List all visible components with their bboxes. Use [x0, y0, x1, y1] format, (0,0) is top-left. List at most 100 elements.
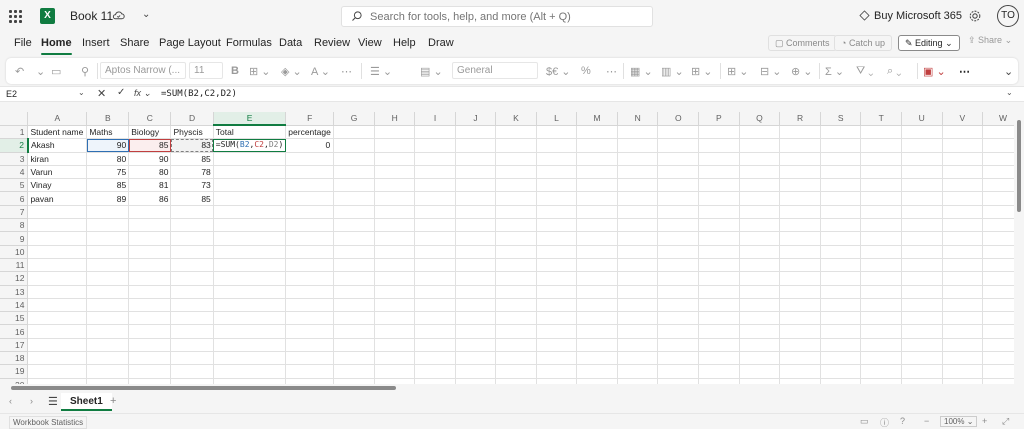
cell[interactable] [86, 271, 130, 286]
column-header[interactable]: U [901, 112, 943, 126]
cell[interactable] [285, 364, 335, 379]
cell[interactable] [333, 191, 375, 206]
cell[interactable] [27, 231, 88, 246]
cell[interactable]: 90 [128, 152, 172, 166]
cell[interactable] [576, 231, 618, 246]
cell[interactable] [657, 231, 700, 246]
format-painter-icon[interactable]: ⚲ [81, 65, 89, 78]
cell[interactable] [285, 271, 335, 286]
cell[interactable] [128, 271, 172, 286]
cell[interactable] [27, 351, 88, 366]
cell[interactable] [820, 138, 862, 153]
cell[interactable] [333, 324, 375, 339]
cell[interactable] [942, 205, 984, 220]
cell[interactable] [27, 271, 88, 286]
sort-filter-icon[interactable]: ⛛ ⌄ [856, 65, 874, 78]
autosum-icon[interactable]: Σ ⌄ [825, 65, 844, 78]
cell[interactable] [779, 125, 821, 140]
row-header[interactable]: 5 [0, 178, 29, 193]
cell[interactable] [576, 258, 618, 273]
cell[interactable] [333, 364, 375, 379]
add-ins-icon[interactable]: ▣ ⌄ [923, 65, 946, 78]
cell[interactable]: 78 [170, 165, 214, 180]
cell[interactable] [86, 231, 130, 246]
cell[interactable] [213, 271, 287, 286]
cell[interactable] [617, 245, 659, 259]
cell[interactable] [27, 364, 88, 379]
cell[interactable] [414, 231, 456, 246]
cell[interactable] [27, 311, 88, 326]
cell[interactable] [213, 152, 287, 166]
prev-sheet-chevron-icon[interactable]: ‹ [9, 396, 12, 406]
cell[interactable]: pavan [27, 191, 88, 206]
cell[interactable] [860, 364, 902, 379]
cell[interactable] [27, 324, 88, 339]
editing-mode-button[interactable]: ✎ Editing ⌄ [898, 35, 960, 51]
cell[interactable] [698, 125, 740, 140]
cell[interactable] [901, 271, 943, 286]
cell[interactable]: 80 [128, 165, 172, 180]
cell[interactable] [285, 245, 335, 259]
cell[interactable] [942, 311, 984, 326]
cell[interactable] [128, 285, 172, 299]
cell[interactable] [170, 245, 214, 259]
cell[interactable] [901, 285, 943, 299]
row-header[interactable]: 6 [0, 191, 29, 206]
cell[interactable] [739, 311, 781, 326]
cell[interactable] [901, 231, 943, 246]
cell[interactable] [739, 178, 781, 193]
cell[interactable] [285, 191, 335, 206]
cell[interactable] [657, 205, 700, 220]
cell[interactable] [333, 165, 375, 180]
cell[interactable] [698, 205, 740, 220]
cell[interactable]: 75 [86, 165, 130, 180]
formula-input[interactable]: =SUM(B2,C2,D2) [161, 88, 237, 101]
cell[interactable] [942, 324, 984, 339]
cell[interactable] [374, 285, 416, 299]
cell[interactable]: Student name [27, 125, 88, 140]
tab-view[interactable]: View [358, 37, 382, 49]
cell[interactable] [374, 191, 416, 206]
cell[interactable] [128, 311, 172, 326]
column-header[interactable]: R [779, 112, 821, 126]
cell[interactable] [455, 271, 497, 286]
tab-formulas[interactable]: Formulas [226, 37, 272, 49]
cell[interactable] [495, 271, 537, 286]
cell[interactable] [779, 285, 821, 299]
cell[interactable] [213, 205, 287, 220]
cell[interactable] [170, 271, 214, 286]
tab-data[interactable]: Data [279, 37, 302, 49]
column-header[interactable]: O [657, 112, 700, 126]
percent-icon[interactable]: % [581, 65, 591, 77]
cell[interactable] [942, 138, 984, 153]
cell[interactable] [901, 125, 943, 140]
row-header[interactable]: 10 [0, 245, 29, 259]
cell[interactable] [333, 218, 375, 233]
cell[interactable]: 0 [285, 138, 335, 153]
column-header[interactable]: V [942, 112, 984, 126]
cell[interactable] [213, 245, 287, 259]
column-header[interactable]: J [455, 112, 497, 126]
cell[interactable] [860, 138, 902, 153]
cell[interactable] [779, 178, 821, 193]
cell[interactable] [374, 311, 416, 326]
cell[interactable] [414, 298, 456, 313]
cell[interactable] [86, 285, 130, 299]
cell[interactable] [698, 138, 740, 153]
cell[interactable] [820, 152, 862, 166]
cell[interactable] [374, 258, 416, 273]
row-header[interactable]: 18 [0, 351, 29, 366]
cell[interactable] [495, 364, 537, 379]
tab-review[interactable]: Review [314, 37, 350, 49]
cell[interactable] [942, 258, 984, 273]
cell[interactable] [860, 205, 902, 220]
search-box[interactable] [341, 6, 653, 27]
cell[interactable] [942, 231, 984, 246]
cell[interactable] [820, 245, 862, 259]
cell[interactable] [455, 165, 497, 180]
confirm-check-icon[interactable]: ✓ [117, 87, 125, 98]
cell[interactable] [128, 324, 172, 339]
cell[interactable] [414, 258, 456, 273]
cell[interactable] [698, 258, 740, 273]
cell[interactable] [455, 258, 497, 273]
